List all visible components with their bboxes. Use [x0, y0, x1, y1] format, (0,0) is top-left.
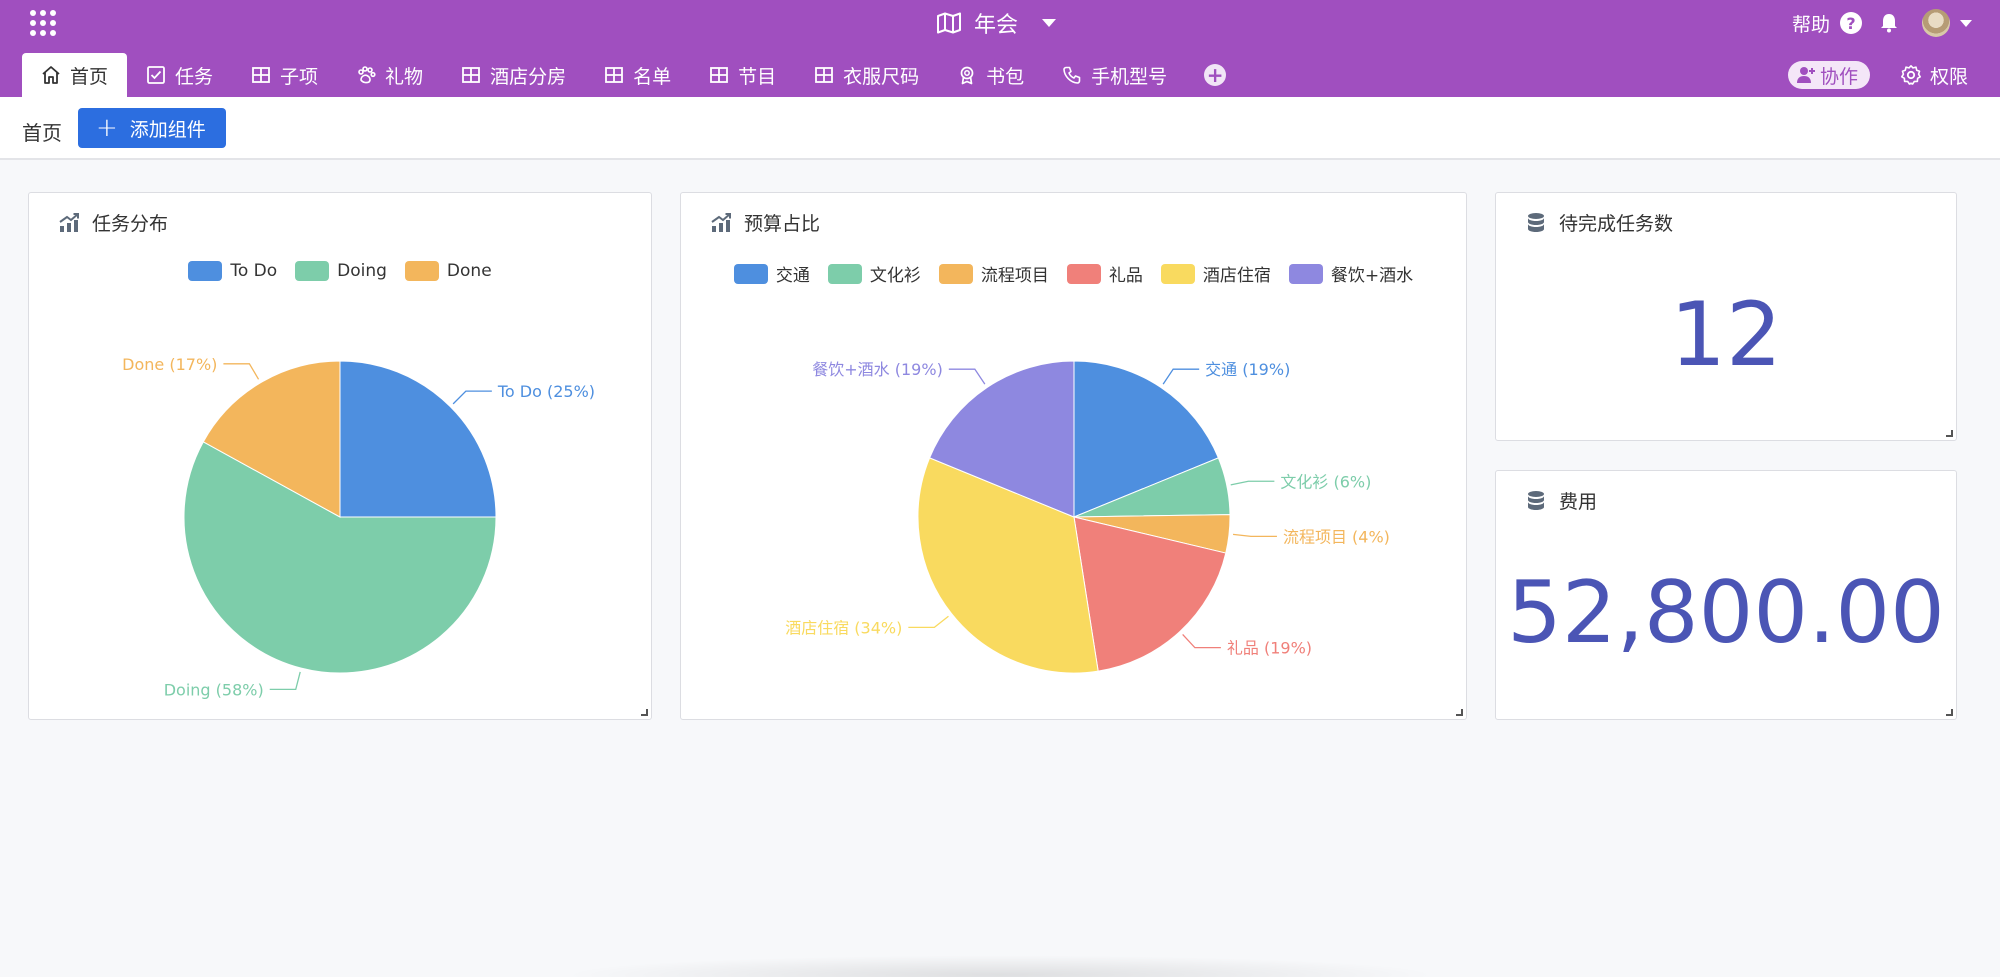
resize-handle[interactable]	[1456, 709, 1463, 716]
header-actions: 帮助 ?	[1792, 8, 1972, 38]
tab-label: 子项	[280, 65, 319, 88]
bottom-shadow	[560, 955, 1440, 977]
help-link[interactable]: 帮助	[1792, 10, 1830, 37]
tab-bar-actions: 协作 权限	[1787, 59, 1968, 91]
tab-bags[interactable]: 书包	[938, 53, 1043, 97]
budget-share-pie: 交通 (19%) 文化衫 (6%) 流程项目 (4%) 礼品 (19%) 酒店住宿 (3…	[785, 360, 1390, 674]
table-icon	[462, 67, 480, 83]
label-leader-line	[1230, 480, 1275, 486]
tab-bar: 首页 任务 子项 礼物 酒店分房 名单 节目 衣服尺码 书包 手机型号 +	[22, 53, 1244, 97]
tab-label: 首页	[70, 65, 109, 88]
tab-label: 礼物	[385, 65, 424, 88]
resize-handle[interactable]	[641, 709, 648, 716]
task-distribution-pie: To Do (25%) Doing (58%) Done (17%)	[122, 355, 595, 700]
permissions-label: 权限	[1929, 65, 1968, 88]
database-icon	[1528, 490, 1544, 510]
tab-label: 手机型号	[1091, 65, 1168, 88]
pending-tasks-card: 待完成任务数 12	[1495, 192, 1957, 441]
gear-icon	[1900, 65, 1921, 85]
plus-icon: +	[1204, 64, 1227, 86]
card-title: 待完成任务数	[1559, 213, 1674, 235]
phone-icon	[1063, 66, 1081, 84]
slice-label: Done (17%)	[122, 355, 217, 374]
cost-card: 费用 52,800.00	[1495, 470, 1957, 720]
table-icon	[252, 67, 270, 83]
card-title: 费用	[1559, 491, 1598, 513]
resize-handle[interactable]	[1946, 430, 1953, 437]
label-leader-line	[1182, 634, 1221, 649]
label-leader-line	[1162, 368, 1200, 385]
slice-label: 餐饮+酒水 (19%)	[812, 360, 943, 379]
app-title-selector[interactable]: 年会	[936, 8, 1057, 38]
map-icon	[937, 12, 961, 34]
chevron-down-icon	[1042, 19, 1057, 27]
slice-label: 文化衫 (6%)	[1280, 472, 1371, 491]
card-header: 费用	[1524, 487, 1597, 514]
collaborate-button[interactable]: 协作	[1787, 61, 1870, 89]
tab-label: 任务	[175, 65, 214, 88]
label-leader-line	[948, 368, 986, 385]
tab-home[interactable]: 首页	[22, 53, 128, 97]
label-leader-line	[908, 615, 949, 629]
add-widget-button[interactable]: + 添加组件	[78, 108, 226, 148]
budget-share-card: 预算占比 交通 文化衫 流程项目 礼品 酒店住宿 餐饮+酒水 交通 (19%) 文化衫 (6…	[680, 192, 1467, 720]
table-icon	[605, 67, 623, 83]
tab-subitems[interactable]: 子项	[232, 53, 337, 97]
home-icon	[42, 66, 60, 84]
paw-icon	[358, 66, 376, 84]
pie-slice[interactable]	[339, 360, 497, 518]
slice-label: 酒店住宿 (34%)	[785, 618, 902, 637]
help-icon[interactable]: ?	[1840, 12, 1862, 34]
tab-label: 书包	[986, 65, 1025, 88]
tab-label: 名单	[633, 65, 672, 88]
label-leader-line	[452, 390, 492, 405]
table-icon	[710, 67, 728, 83]
tab-gifts[interactable]: 礼物	[337, 53, 442, 97]
checkbox-icon	[147, 66, 165, 84]
table-icon	[815, 67, 834, 83]
tab-hotel-rooms[interactable]: 酒店分房	[442, 53, 585, 97]
slice-label: 流程项目 (4%)	[1283, 527, 1390, 546]
card-header: 待完成任务数	[1524, 209, 1673, 236]
task-distribution-card: 任务分布 To Do Doing Done To Do (25%) Doing (58…	[28, 192, 652, 720]
slice-label: To Do (25%)	[497, 382, 595, 401]
resize-handle[interactable]	[1946, 709, 1953, 716]
tab-label: 衣服尺码	[843, 65, 920, 88]
add-tab-button[interactable]: +	[1186, 53, 1244, 97]
tab-roster[interactable]: 名单	[585, 53, 690, 97]
slice-label: 礼品 (19%)	[1227, 639, 1312, 658]
tab-label: 节目	[738, 65, 777, 88]
slice-label: Doing (58%)	[164, 680, 264, 699]
add-widget-label: 添加组件	[129, 118, 206, 141]
tab-programs[interactable]: 节目	[690, 53, 795, 97]
apps-grid-icon[interactable]	[30, 10, 56, 36]
cost-value: 52,800.00	[1507, 563, 1945, 663]
permissions-button[interactable]: 权限	[1900, 62, 1968, 89]
badge-icon	[960, 66, 974, 85]
collaborate-label: 协作	[1819, 65, 1858, 88]
label-leader-line	[269, 671, 301, 691]
tab-phone-models[interactable]: 手机型号	[1043, 53, 1186, 97]
tab-label: 酒店分房	[490, 65, 567, 88]
avatar[interactable]	[1922, 9, 1950, 37]
top-bar: 年会 帮助 ? 首页 任务 子项 礼物 酒店分房 名单 节目 衣服尺码 书包 手…	[0, 0, 2000, 97]
database-icon	[1528, 212, 1544, 232]
bell-icon[interactable]	[1878, 12, 1900, 34]
slice-label: 交通 (19%)	[1205, 360, 1290, 379]
add-user-icon	[1796, 67, 1815, 83]
plus-icon: +	[96, 113, 118, 143]
breadcrumb: 首页	[22, 121, 62, 145]
tab-clothing-sizes[interactable]: 衣服尺码	[795, 53, 938, 97]
chevron-down-icon[interactable]	[1960, 19, 1972, 27]
dashboard-toolbar: 首页 + 添加组件	[0, 97, 2000, 160]
app-title: 年会	[974, 13, 1019, 38]
label-leader-line	[223, 363, 260, 380]
pending-tasks-value: 12	[1670, 283, 1782, 386]
tab-tasks[interactable]: 任务	[127, 53, 232, 97]
label-leader-line	[1232, 533, 1277, 537]
